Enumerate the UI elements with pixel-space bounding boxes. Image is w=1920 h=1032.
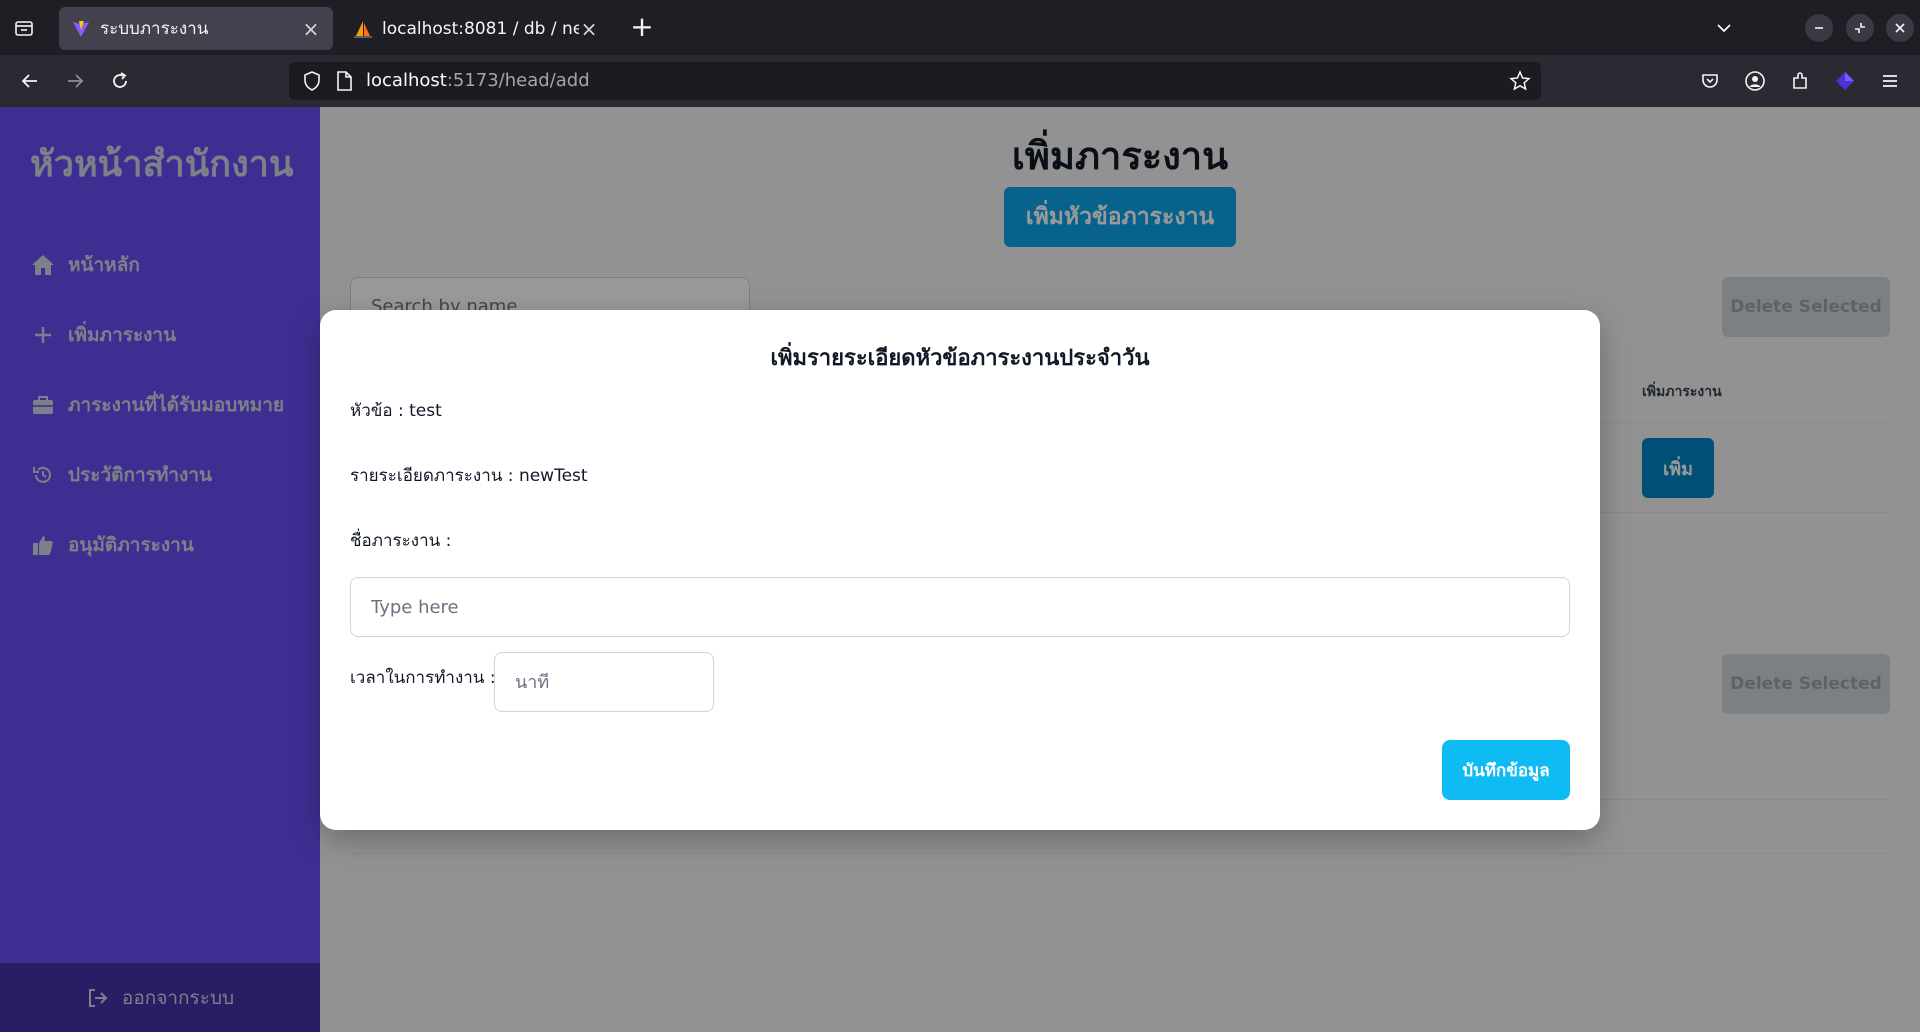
tab-title: localhost:8081 / db / new /: [382, 18, 579, 39]
close-tab-icon[interactable]: ×: [301, 17, 321, 41]
menu-hamburger-icon[interactable]: [1876, 67, 1904, 95]
account-icon[interactable]: [1741, 67, 1769, 95]
back-arrow-icon[interactable]: [16, 67, 44, 95]
modal-title: เพิ่มรายระเอียดหัวข้อภาระงานประจำวัน: [770, 346, 1150, 371]
close-window-icon[interactable]: [1886, 14, 1914, 42]
save-button[interactable]: บันทึกข้อมูล: [1442, 740, 1570, 800]
topic-value: test: [409, 401, 442, 421]
tab-inactive[interactable]: localhost:8081 / db / new / ×: [341, 7, 611, 50]
url-text[interactable]: localhost:5173/head/add: [366, 70, 590, 91]
forward-arrow-icon[interactable]: [61, 67, 89, 95]
new-tab-icon[interactable]: +: [628, 13, 656, 42]
detail-value: newTest: [518, 466, 588, 486]
bookmark-star-icon[interactable]: [1509, 70, 1531, 96]
work-time-label: เวลาในการทำงาน :: [350, 668, 496, 688]
tab-list-icon[interactable]: [12, 16, 36, 40]
extensions-icon[interactable]: [1786, 67, 1814, 95]
task-name-input[interactable]: [350, 577, 1570, 637]
tab-active[interactable]: ระบบภาระงาน ×: [59, 7, 333, 50]
close-tab-icon[interactable]: ×: [579, 17, 599, 41]
restore-icon[interactable]: [1846, 14, 1874, 42]
reload-icon[interactable]: [106, 67, 134, 95]
browser-nav-bar: localhost:5173/head/add: [0, 55, 1920, 107]
url-host: localhost: [366, 70, 447, 91]
url-bar[interactable]: localhost:5173/head/add: [289, 62, 1541, 100]
add-task-detail-modal: เพิ่มรายระเอียดหัวข้อภาระงานประจำวัน หัว…: [320, 310, 1600, 830]
extension-diamond-icon[interactable]: [1831, 67, 1859, 95]
topic-label: หัวข้อ :: [350, 401, 404, 421]
url-path: :5173/head/add: [446, 70, 590, 91]
tab-title: ระบบภาระงาน: [100, 19, 209, 39]
task-name-label: ชื่อภาระงาน :: [350, 531, 452, 551]
vite-logo-icon: [71, 19, 91, 39]
topic-row: หัวข้อ : test: [350, 397, 442, 424]
page-info-icon[interactable]: [335, 71, 353, 95]
detail-label: รายระเอียดภาระงาน :: [350, 466, 514, 486]
browser-tab-bar: ระบบภาระงาน × localhost:8081 / db / new …: [0, 0, 1920, 55]
phpmyadmin-sail-icon: [353, 19, 373, 39]
work-time-input[interactable]: [494, 652, 714, 712]
tab-overflow-chevron-icon[interactable]: [1710, 14, 1738, 42]
pocket-icon[interactable]: [1696, 67, 1724, 95]
shield-icon[interactable]: [301, 70, 323, 96]
minimize-icon[interactable]: [1805, 14, 1833, 42]
app-viewport: หัวหน้าสำนักงาน หน้าหลัก เพิ่มภาระงาน ภา…: [0, 107, 1920, 1032]
detail-row: รายระเอียดภาระงาน : newTest: [350, 462, 588, 489]
